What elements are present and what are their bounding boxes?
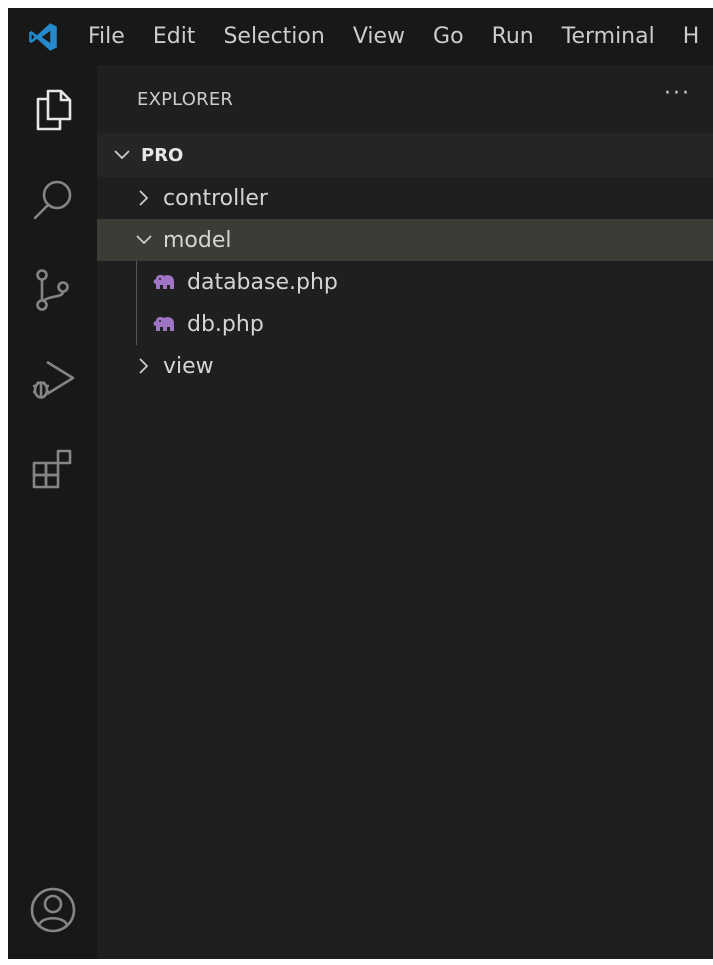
menu-run[interactable]: Run: [478, 8, 548, 65]
menu-edit[interactable]: Edit: [139, 8, 210, 65]
sidebar-header: EXPLORER ···: [97, 65, 713, 133]
account-icon[interactable]: [8, 865, 97, 955]
workspace-name: PRO: [141, 144, 184, 166]
chevron-right-icon: [133, 187, 155, 209]
menu-help[interactable]: H: [669, 8, 713, 65]
explorer-icon[interactable]: [8, 65, 97, 155]
tree-item-label: database.php: [187, 269, 338, 295]
php-elephant-icon: [151, 313, 177, 335]
menu-go[interactable]: Go: [419, 8, 478, 65]
tree-item-label: model: [163, 227, 232, 253]
tree-file-db-php[interactable]: db.php: [97, 303, 713, 345]
source-control-icon[interactable]: [8, 245, 97, 335]
tree-item-label: view: [163, 353, 214, 379]
chevron-down-icon: [111, 144, 133, 166]
php-elephant-icon: [151, 271, 177, 293]
search-icon[interactable]: [8, 155, 97, 245]
tree-item-label: controller: [163, 185, 268, 211]
more-actions-button[interactable]: ···: [664, 83, 691, 114]
tree-item-label: db.php: [187, 311, 264, 337]
menu-file[interactable]: File: [78, 8, 139, 65]
vscode-logo-icon: [8, 8, 78, 65]
extensions-icon[interactable]: [8, 425, 97, 515]
tree-folder-controller[interactable]: controller: [97, 177, 713, 219]
tree-folder-view[interactable]: view: [97, 345, 713, 387]
chevron-right-icon: [133, 355, 155, 377]
run-debug-icon[interactable]: [8, 335, 97, 425]
indent-guide: [136, 303, 137, 345]
menu-view[interactable]: View: [339, 8, 419, 65]
activity-bar: [8, 65, 97, 959]
menu-bar: File Edit Selection View Go Run Terminal…: [8, 8, 713, 65]
explorer-sidebar: EXPLORER ··· PRO controller model databa…: [97, 65, 713, 959]
menu-selection[interactable]: Selection: [209, 8, 338, 65]
indent-guide: [136, 261, 137, 303]
vscode-window: File Edit Selection View Go Run Terminal…: [8, 8, 713, 959]
workspace-section-header[interactable]: PRO: [97, 133, 713, 177]
menu-terminal[interactable]: Terminal: [548, 8, 669, 65]
chevron-down-icon: [133, 229, 155, 251]
tree-file-database-php[interactable]: database.php: [97, 261, 713, 303]
sidebar-title: EXPLORER: [137, 88, 234, 110]
tree-folder-model[interactable]: model: [97, 219, 713, 261]
